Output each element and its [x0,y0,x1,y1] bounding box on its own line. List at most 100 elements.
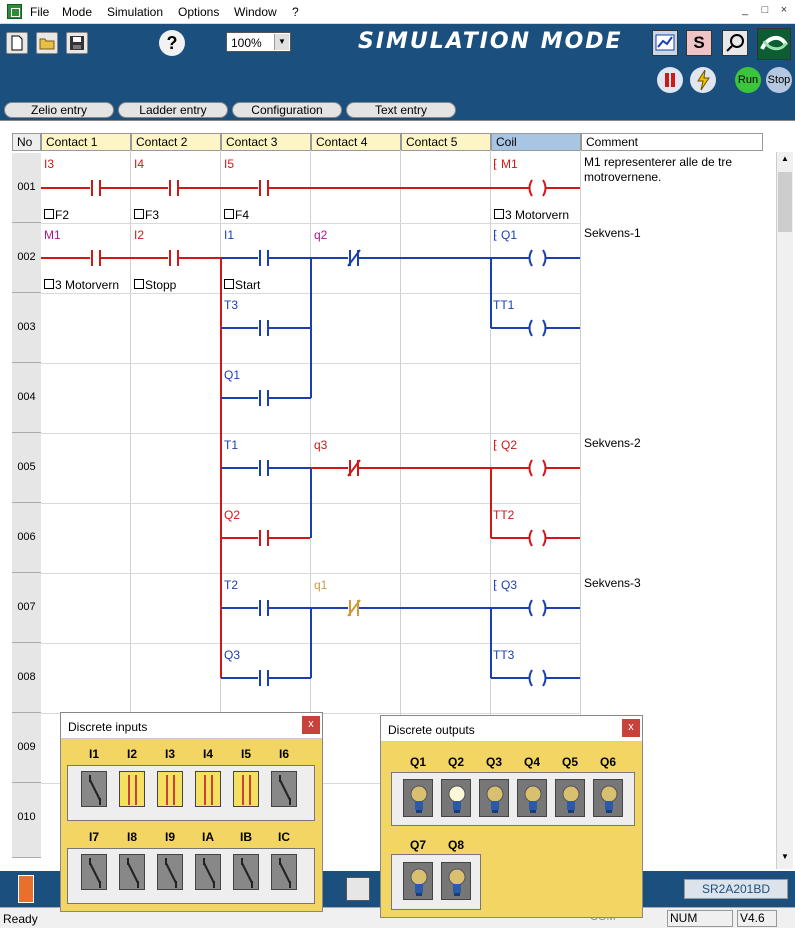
input-switch-i7[interactable] [81,854,107,890]
status-num: NUM [667,910,733,927]
panel-title: Discrete inputs [68,720,148,734]
output-lamp-q2 [441,779,471,817]
contact-label[interactable]: T2 [224,578,238,592]
input-label: IB [240,830,252,844]
input-label: IA [202,830,214,844]
output-lamp-q1 [403,779,433,817]
rung-001 [41,179,580,197]
contact-label[interactable]: q3 [314,438,327,452]
discrete-outputs-panel: Discrete outputs x Q1 Q2 Q3 Q4 Q5 Q6 Q7 Q8 [380,715,643,918]
contact-label[interactable]: T1 [224,438,238,452]
switch-on-icon [128,775,137,805]
output-lamp-q5 [555,779,585,817]
output-label: Q2 [447,755,464,769]
input-switch-i6[interactable] [271,771,297,807]
output-lamp-q8 [441,862,471,900]
contact-label[interactable]: M1 [44,228,61,242]
coil-label[interactable]: TT3 [493,648,514,662]
scroll-down-icon[interactable]: ▼ [778,852,792,866]
switch-off-icon [89,775,101,805]
lightbulb-icon [524,785,542,813]
contact-label[interactable]: Q2 [224,508,240,522]
input-label: I6 [278,747,289,761]
discrete-inputs-panel: Discrete inputs x I1 I2 I3 I4 I5 I6 I7 I8 I9 IA I… [60,712,323,912]
output-label: Q8 [447,838,464,852]
coil-label[interactable]: ⁅ Q1 [493,228,517,242]
output-label: Q1 [409,755,426,769]
input-switch-i5[interactable] [233,771,259,807]
switch-off-icon [241,858,253,888]
input-label: IC [278,830,290,844]
model-label: SR2A201BD [684,879,788,899]
panel-title: Discrete outputs [388,723,475,737]
close-icon[interactable]: x [622,719,640,737]
contact-q1-orange [347,599,361,617]
output-label: Q4 [523,755,540,769]
output-label: Q6 [599,755,616,769]
input-switch-i1[interactable] [81,771,107,807]
coil-label[interactable]: ⁅ Q3 [493,578,517,592]
coil-label[interactable]: TT1 [493,298,514,312]
scrollbar-thumb[interactable] [778,172,792,232]
contact-note: F4 [224,208,249,222]
contact-note: F2 [44,208,69,222]
lightbulb-icon [410,785,428,813]
contact-note: Start [224,278,260,292]
switch-off-icon [127,858,139,888]
contact-label[interactable]: I4 [134,157,144,171]
panel-header: Discrete outputs x [381,716,642,742]
coil-label[interactable]: ⁅ Q2 [493,438,517,452]
lightbulb-icon [448,785,466,813]
vertical-scrollbar[interactable]: ▲ ▼ [776,152,793,869]
status-version: V4.6 [737,910,777,927]
input-label: I9 [164,830,175,844]
status-ready: Ready [3,912,38,926]
output-lamp-q4 [517,779,547,817]
coil-label[interactable]: TT2 [493,508,514,522]
close-icon[interactable]: x [302,716,320,734]
switch-off-icon [165,858,177,888]
contact-label[interactable]: Q3 [224,648,240,662]
switch-on-icon [166,775,175,805]
input-switch-ia[interactable] [195,854,221,890]
rung-comment: M1 representerer alle de tre motrovernen… [584,155,733,184]
input-switch-i2[interactable] [119,771,145,807]
rung-comment: Sekvens-2 [584,436,641,450]
contact-label[interactable]: I5 [224,157,234,171]
rung-comment: Sekvens-3 [584,576,641,590]
output-label: Q5 [561,755,578,769]
switch-on-icon [242,775,251,805]
switch-off-icon [279,858,291,888]
module-indicator [18,875,34,903]
contact-label[interactable]: I2 [134,228,144,242]
coil-label[interactable]: ⁅ M1 [493,157,518,171]
input-switch-i3[interactable] [157,771,183,807]
switch-off-icon [279,775,291,805]
output-label: Q3 [485,755,502,769]
contact-label[interactable]: q1 [314,578,327,592]
lightbulb-icon [448,868,466,896]
input-label: I7 [88,830,99,844]
input-switch-i8[interactable] [119,854,145,890]
contact-label[interactable]: q2 [314,228,327,242]
module-icon[interactable] [346,877,370,901]
input-label: I4 [202,747,213,761]
contact-label[interactable]: I3 [44,157,54,171]
contact-label[interactable]: T3 [224,298,238,312]
input-label: I8 [126,830,137,844]
switch-off-icon [203,858,215,888]
switch-off-icon [89,858,101,888]
input-switch-ib[interactable] [233,854,259,890]
contact-note: F3 [134,208,159,222]
input-switch-i9[interactable] [157,854,183,890]
switch-on-icon [204,775,213,805]
lightbulb-icon [562,785,580,813]
input-switch-i4[interactable] [195,771,221,807]
contact-note: 3 Motorvern [44,278,119,292]
contact-label[interactable]: Q1 [224,368,240,382]
scroll-up-icon[interactable]: ▲ [778,154,792,168]
input-switch-ic[interactable] [271,854,297,890]
output-lamp-q6 [593,779,623,817]
input-label: I3 [164,747,175,761]
contact-label[interactable]: I1 [224,228,234,242]
